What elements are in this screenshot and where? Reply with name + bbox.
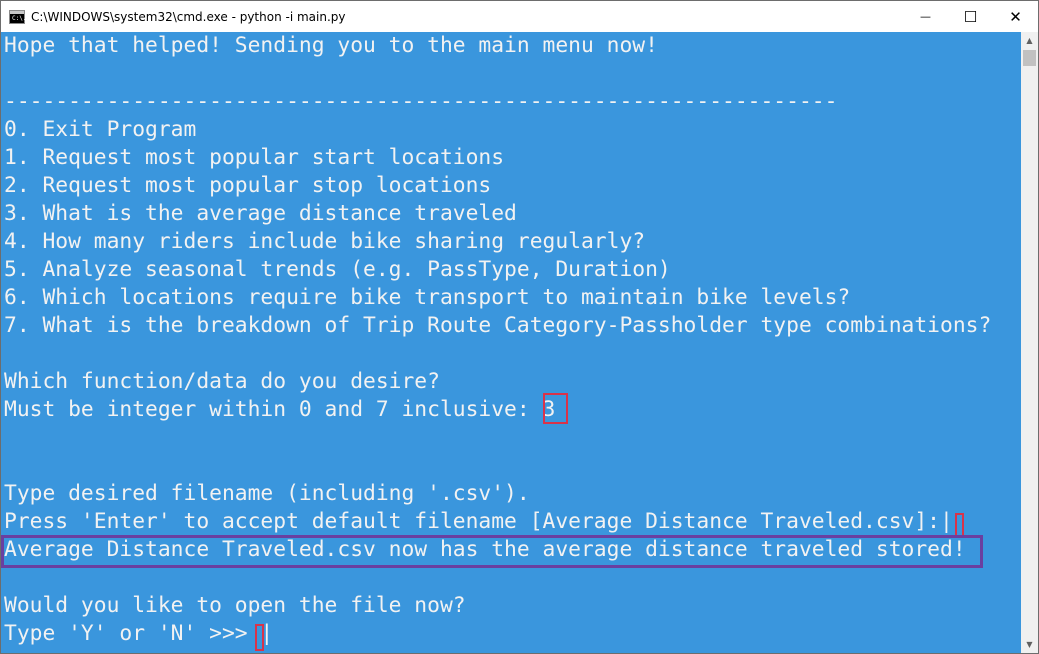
close-icon: ✕ bbox=[1009, 7, 1022, 26]
cmd-icon: C:\. bbox=[9, 9, 26, 24]
integer-prompt: Must be integer within 0 and 7 inclusive… bbox=[4, 397, 556, 422]
menu-option-0: 0. Exit Program bbox=[4, 117, 197, 142]
filename-instruction: Type desired filename (including '.csv')… bbox=[4, 481, 530, 506]
arrow-down-icon: ▼ bbox=[1026, 640, 1033, 649]
save-confirmation: Average Distance Traveled.csv now has th… bbox=[4, 537, 966, 562]
filename-prompt: Press 'Enter' to accept default filename… bbox=[4, 509, 953, 534]
close-button[interactable]: ✕ bbox=[993, 1, 1038, 32]
maximize-icon: ☐ bbox=[963, 7, 978, 26]
scroll-down-button[interactable]: ▼ bbox=[1021, 636, 1038, 653]
console-output[interactable]: Hope that helped! Sending you to the mai… bbox=[1, 32, 1021, 653]
window-title: C:\WINDOWS\system32\cmd.exe - python -i … bbox=[31, 9, 346, 24]
window-controls: — ☐ ✕ bbox=[903, 1, 1038, 32]
yes-no-prompt: Type 'Y' or 'N' >>> | bbox=[4, 621, 274, 646]
scroll-up-button[interactable]: ▲ bbox=[1021, 32, 1038, 49]
title-bar[interactable]: C:\. C:\WINDOWS\system32\cmd.exe - pytho… bbox=[1, 1, 1038, 32]
prompt-question: Which function/data do you desire? bbox=[4, 369, 440, 394]
vertical-scrollbar[interactable]: ▲ ▼ bbox=[1021, 32, 1038, 653]
open-file-question: Would you like to open the file now? bbox=[4, 593, 466, 618]
scroll-thumb[interactable] bbox=[1023, 50, 1036, 66]
cursor-highlight-filename bbox=[955, 513, 964, 537]
minimize-icon: — bbox=[920, 10, 931, 23]
menu-option-3: 3. What is the average distance traveled bbox=[4, 201, 517, 226]
menu-option-2: 2. Request most popular stop locations bbox=[4, 173, 492, 198]
menu-option-4: 4. How many riders include bike sharing … bbox=[4, 229, 646, 254]
maximize-button[interactable]: ☐ bbox=[948, 1, 993, 32]
minimize-button[interactable]: — bbox=[903, 1, 948, 32]
console-line: Hope that helped! Sending you to the mai… bbox=[4, 33, 658, 58]
menu-option-6: 6. Which locations require bike transpor… bbox=[4, 285, 851, 310]
arrow-up-icon: ▲ bbox=[1026, 36, 1033, 45]
menu-option-7: 7. What is the breakdown of Trip Route C… bbox=[4, 313, 992, 338]
separator-line: ----------------------------------------… bbox=[4, 89, 838, 114]
menu-option-1: 1. Request most popular start locations bbox=[4, 145, 505, 170]
cmd-window: C:\. C:\WINDOWS\system32\cmd.exe - pytho… bbox=[0, 0, 1039, 654]
menu-option-5: 5. Analyze seasonal trends (e.g. PassTyp… bbox=[4, 257, 671, 282]
